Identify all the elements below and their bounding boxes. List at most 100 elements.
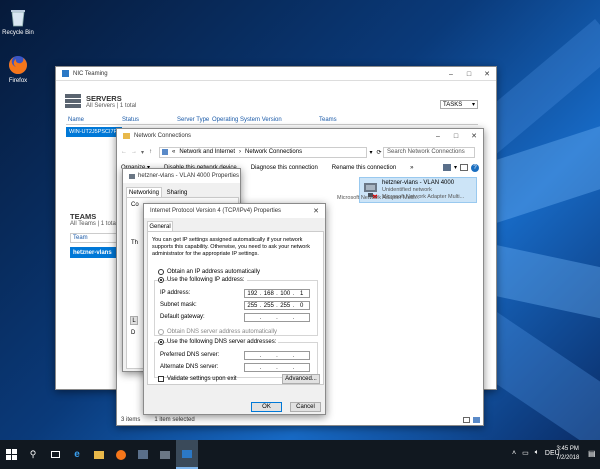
ip-octet-1: 192 [247,290,258,297]
network-tray-icon[interactable]: ▭ [522,449,529,457]
close-icon[interactable]: ✕ [478,67,496,81]
recent-chevron-icon[interactable]: ▾ [141,149,149,156]
firefox-label: Firefox [8,78,28,84]
network-folder-icon [123,133,130,139]
use-following-ip-label[interactable]: Use the following IP address: [167,277,247,283]
obtain-ip-auto-radio[interactable] [158,269,164,275]
volume-icon[interactable]: 🔈︎ [535,449,539,457]
close-icon[interactable]: ✕ [307,204,325,218]
tab-sharing[interactable]: Sharing [163,188,191,197]
cancel-button[interactable]: Cancel [290,402,321,412]
ip-address-field[interactable]: 192. 168. 100. 1 [244,289,310,298]
breadcrumb-prefix: « [172,149,176,155]
obtain-dns-auto-label[interactable]: Obtain DNS server address automatically [167,329,277,335]
ipv4-titlebar[interactable]: Internet Protocol Version 4 (TCP/IPv4) P… [144,204,325,218]
search-icon: ⚲ [29,449,37,459]
large-icons-view-icon[interactable] [473,417,480,423]
team-row[interactable]: hetzner-vlans [70,247,118,258]
view-chevron-icon[interactable]: ▾ [454,164,457,171]
view-options-icon[interactable] [443,164,451,171]
nic-teaming-titlebar[interactable]: NIC Teaming [56,67,496,81]
column-os-version[interactable]: Operating System Version [212,117,282,123]
address-bar[interactable]: « Network and Internet › Network Connect… [159,146,367,158]
file-explorer-button[interactable] [88,440,110,469]
rename-button[interactable]: Rename this connection [332,165,396,171]
recycle-bin-shortcut[interactable]: Recycle Bin [0,6,36,36]
default-gateway-field[interactable]: ... [244,313,310,322]
ok-button[interactable]: OK [251,402,282,412]
status-bar: 3 items 1 item selected [121,417,195,423]
search-input[interactable]: Search Network Connections [383,146,475,158]
default-gateway-label: Default gateway: [160,314,205,320]
servers-subtitle: All Servers | 1 total [86,103,137,109]
vlan-properties-titlebar[interactable]: hetzner-vlans - VLAN 4000 Properties [123,169,240,183]
preferred-dns-label: Preferred DNS server: [160,352,220,358]
tasks-dropdown[interactable]: TASKS ▾ [440,100,478,109]
subnet-mask-label: Subnet mask: [160,302,197,308]
ok-label: OK [262,404,271,410]
breadcrumb-separator-icon: › [239,149,242,155]
details-view-icon[interactable] [463,417,470,423]
maximize-icon[interactable]: □ [447,129,465,143]
preview-pane-icon[interactable] [460,164,469,171]
maximize-icon[interactable]: □ [460,67,478,81]
server-row[interactable]: WIN-UT2J5PSCI7R [66,127,122,137]
firefox-shortcut[interactable]: Firefox [0,54,36,84]
column-teams[interactable]: Teams [319,117,337,123]
up-arrow-icon[interactable]: ↑ [149,149,159,155]
advanced-label: Advanced... [285,376,317,382]
clock-time: 3:45 PM [556,446,579,452]
use-following-dns-label[interactable]: Use the following DNS server addresses: [167,339,279,345]
subnet-mask-field[interactable]: 255. 255. 255. 0 [244,301,310,310]
more-commands-button[interactable]: » [410,165,413,171]
nic-teaming-taskbar-button[interactable] [176,440,198,469]
other-adapter-device[interactable]: Microsoft Network Adapter Multi... [337,195,419,201]
forward-arrow-icon[interactable]: → [131,149,141,155]
edge-button[interactable]: e [66,440,88,469]
cancel-label: Cancel [296,404,315,410]
start-button[interactable] [0,440,22,469]
back-arrow-icon[interactable]: ← [121,149,131,155]
close-icon[interactable]: ✕ [465,129,483,143]
column-team[interactable]: Team [73,235,88,241]
column-server-type[interactable]: Server Type [177,117,209,123]
use-following-ip-radio[interactable] [158,277,164,283]
nic-teaming-title: NIC Teaming [73,70,108,77]
use-following-dns-radio[interactable] [158,339,164,345]
chevron-up-icon[interactable]: ˄ [512,450,516,457]
install-button-partial[interactable]: L [130,316,138,325]
breadcrumb-network-connections[interactable]: Network Connections [245,149,302,155]
diagnose-button[interactable]: Diagnose this connection [251,165,318,171]
column-status[interactable]: Status [122,117,139,123]
server-manager-button[interactable] [132,440,154,469]
clock[interactable]: 3:45 PM 7/2/2018 [556,445,579,463]
tab-networking[interactable]: Networking [126,187,162,197]
obtain-ip-auto-label[interactable]: Obtain an IP address automatically [167,269,260,275]
minimize-icon[interactable]: – [429,129,447,143]
server-name: WIN-UT2J5PSCI7R [69,129,118,135]
server-icon [64,93,82,109]
firefox-icon [116,449,126,460]
minimize-icon[interactable]: – [442,67,460,81]
validate-checkbox[interactable] [158,376,164,382]
network-taskbar-button[interactable] [154,440,176,469]
uses-items-label: Th [131,240,139,246]
advanced-button[interactable]: Advanced... [282,374,320,384]
validate-label[interactable]: Validate settings upon exit [167,376,237,382]
ipv4-properties-dialog: Internet Protocol Version 4 (TCP/IPv4) P… [143,203,326,415]
search-button[interactable]: ⚲ [22,440,44,469]
refresh-icon[interactable]: ⟳ [375,149,383,156]
address-dropdown-icon[interactable]: ▾ [367,149,375,156]
firefox-taskbar-button[interactable] [110,440,132,469]
breadcrumb-network-internet[interactable]: Network and Internet [179,149,235,155]
task-view-button[interactable] [44,440,66,469]
action-center-icon[interactable]: ▤ [588,449,596,458]
chevron-down-icon: ▾ [471,102,475,108]
column-name[interactable]: Name [68,117,84,123]
preferred-dns-field[interactable]: ... [244,351,310,360]
alternate-dns-field[interactable]: ... [244,363,310,372]
tab-general[interactable]: General [147,221,173,231]
obtain-dns-auto-radio[interactable] [158,329,164,335]
nic-teaming-window-controls: – □ ✕ [442,67,496,81]
help-icon[interactable]: ? [471,163,480,172]
